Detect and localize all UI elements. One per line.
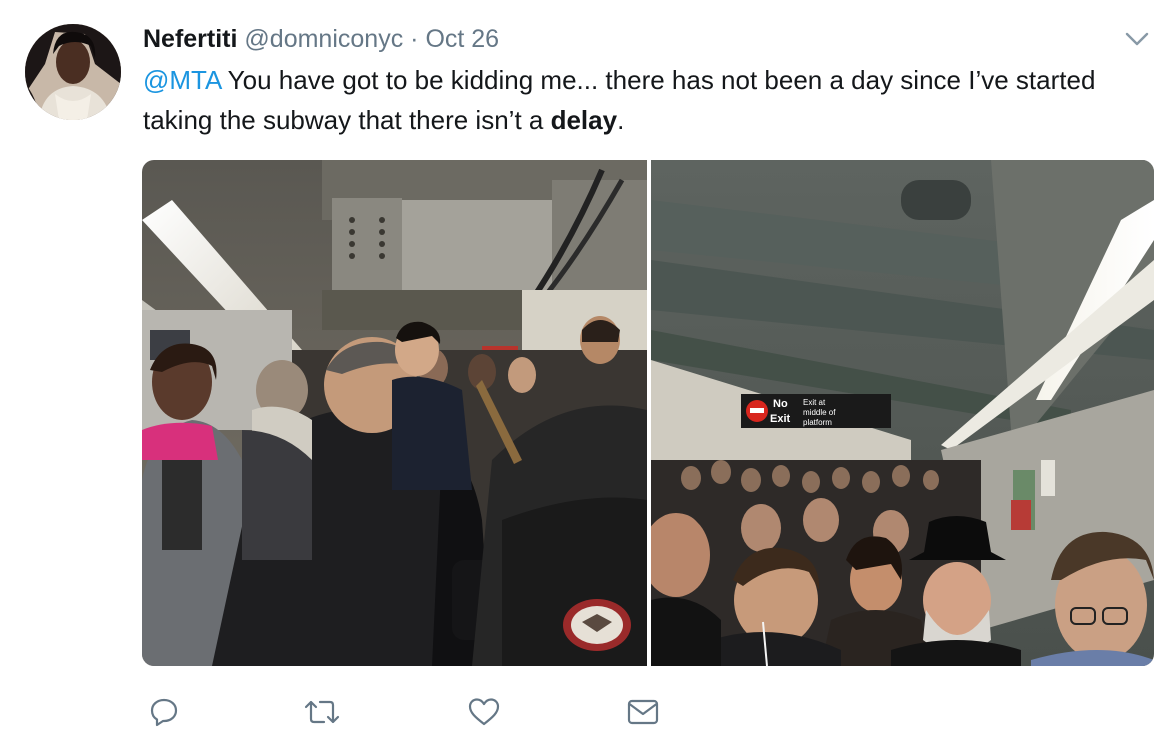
tweet-text-part2: . [617, 105, 625, 135]
envelope-icon[interactable] [623, 692, 663, 732]
subway-crowd-photo [142, 160, 647, 666]
reply-icon[interactable] [144, 692, 184, 732]
media-grid: No Exit Exit at middle of platform [142, 160, 1154, 666]
author-name[interactable]: Nefertiti [143, 25, 237, 53]
avatar[interactable] [25, 24, 121, 120]
tweet-header: Nefertiti @domniconyc · Oct 26 [143, 22, 499, 56]
subway-platform-photo: No Exit Exit at middle of platform [651, 160, 1154, 666]
retweet-icon[interactable] [302, 692, 342, 732]
photo-right[interactable]: No Exit Exit at middle of platform [651, 160, 1154, 666]
exit-note-line3: platform [803, 418, 832, 427]
chevron-down-icon[interactable] [1124, 29, 1150, 49]
avatar-photo [25, 24, 121, 120]
photo-left[interactable] [142, 160, 647, 666]
heart-icon[interactable] [464, 692, 504, 732]
tweet-date[interactable]: Oct 26 [425, 25, 499, 53]
exit-note-line2: middle of [803, 408, 836, 417]
mention-link[interactable]: @MTA [143, 65, 221, 95]
tweet-text-bold-word: delay [550, 105, 618, 135]
author-handle[interactable]: @domniconyc [244, 25, 403, 53]
tweet-card: Nefertiti @domniconyc · Oct 26 @MTA You … [0, 0, 1176, 746]
tweet-text: @MTA You have got to be kidding me... th… [143, 60, 1153, 140]
exit-note-line1: Exit at [803, 398, 826, 407]
no-exit-line2: Exit [770, 413, 791, 425]
header-separator: · [410, 25, 419, 53]
no-exit-line1: No [773, 398, 788, 410]
tweet-actions [0, 692, 1176, 732]
